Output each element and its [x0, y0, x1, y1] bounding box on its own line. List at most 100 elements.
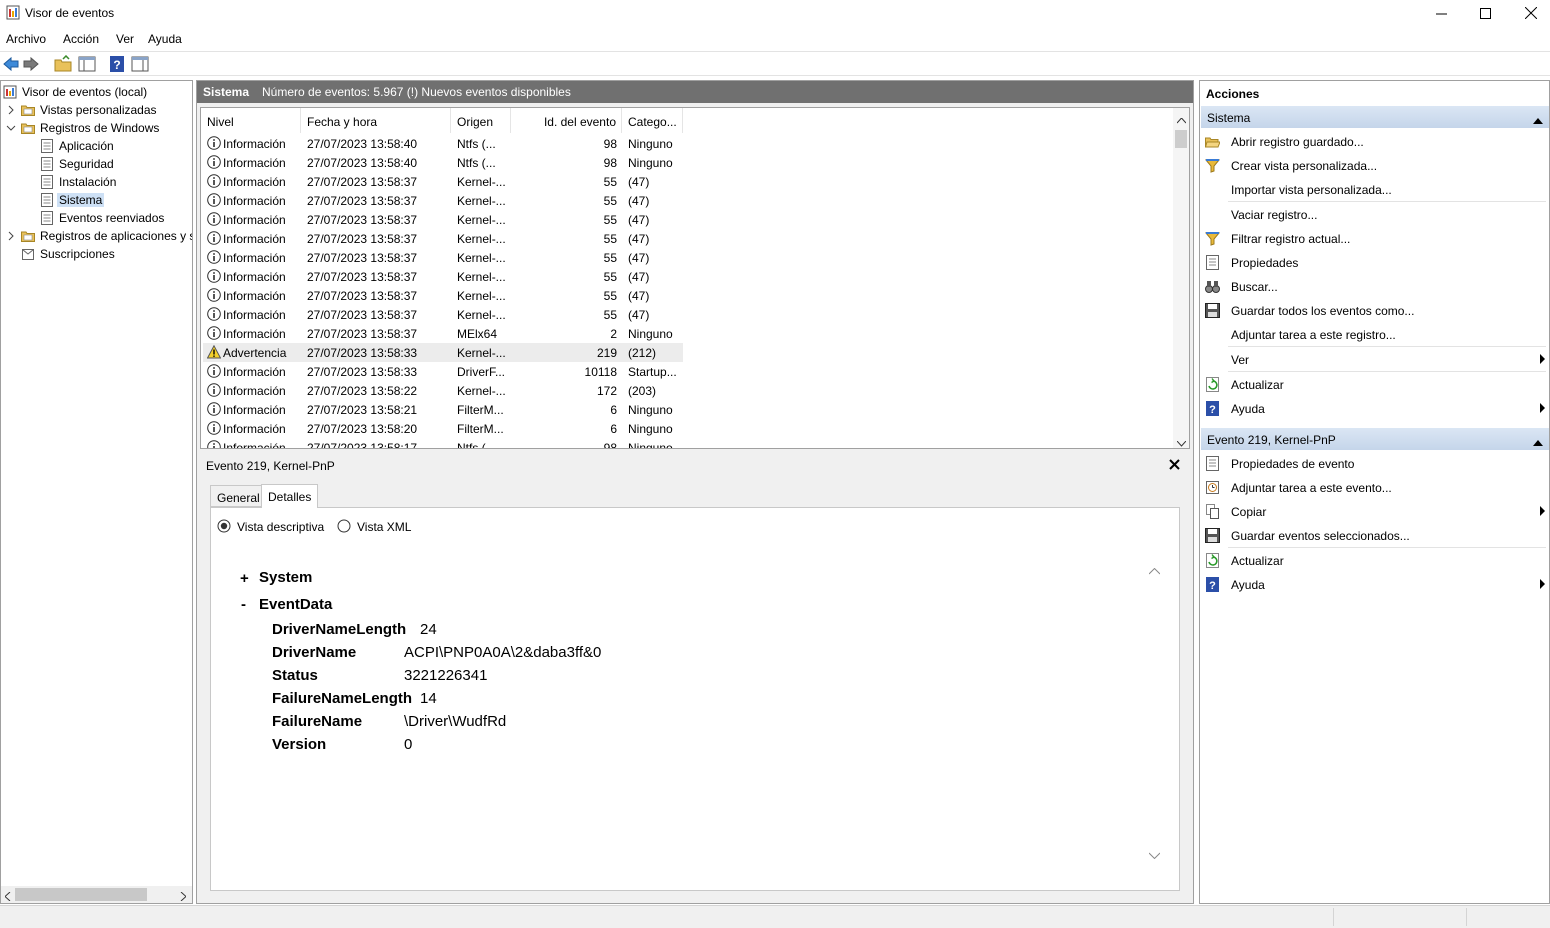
column-id-evento[interactable]: Id. del evento	[511, 108, 622, 133]
show-hide-action-pane-icon[interactable]	[131, 55, 149, 73]
action-crear-vista-personalizada[interactable]: Crear vista personalizada...	[1201, 154, 1549, 176]
close-button[interactable]	[1508, 0, 1550, 26]
scroll-thumb[interactable]	[15, 888, 147, 901]
collapse-up-icon[interactable]	[1533, 435, 1543, 449]
tree-item-seguridad[interactable]: Seguridad	[1, 155, 192, 173]
tab-general[interactable]: General	[210, 485, 267, 507]
minimize-button[interactable]	[1418, 0, 1464, 26]
action-propiedades-de-evento[interactable]: Propiedades de evento	[1201, 452, 1549, 474]
detail-title: Evento 219, Kernel-PnP	[206, 459, 335, 473]
table-row[interactable]: Información 27/07/2023 13:58:40 Ntfs (... 9…	[203, 153, 683, 172]
table-row[interactable]: Información 27/07/2023 13:58:37 Kernel-...…	[203, 267, 683, 286]
cell-source: Kernel-...	[457, 289, 506, 303]
scroll-thumb[interactable]	[1175, 130, 1187, 148]
help-icon[interactable]: ?	[108, 55, 126, 73]
table-row[interactable]: Información 27/07/2023 13:58:33 DriverF...…	[203, 362, 683, 381]
detail-scroll-down-icon[interactable]	[1148, 848, 1161, 862]
tab-detalles[interactable]: Detalles	[261, 484, 319, 508]
action-abrir-registro-guardado[interactable]: Abrir registro guardado...	[1201, 130, 1549, 152]
table-row[interactable]: Información 27/07/2023 13:58:20 FilterM...…	[203, 419, 683, 438]
tree-item-vistas-personalizadas[interactable]: Vistas personalizadas	[1, 101, 192, 119]
detail-scroll-up-icon[interactable]	[1148, 564, 1161, 578]
show-hide-console-tree-icon[interactable]	[78, 55, 96, 73]
action-guardar-todos-los-eventos-como[interactable]: Guardar todos los eventos como...	[1201, 299, 1549, 321]
tree-item-aplicaci-n[interactable]: Aplicación	[1, 137, 192, 155]
table-row[interactable]: Información 27/07/2023 13:58:40 Ntfs (... 9…	[203, 134, 683, 153]
close-detail-icon[interactable]	[1169, 459, 1180, 473]
menu-archivo[interactable]: Archivo	[6, 32, 46, 46]
menu-accion[interactable]: Acción	[63, 32, 99, 46]
action-filtrar-registro-actual[interactable]: Filtrar registro actual...	[1201, 227, 1549, 249]
table-row[interactable]: Información 27/07/2023 13:58:37 Kernel-...…	[203, 210, 683, 229]
tree-item-eventos-reenviados[interactable]: Eventos reenviados	[1, 209, 192, 227]
svg-text:?: ?	[1209, 404, 1216, 416]
radio-vista-xml[interactable]	[337, 519, 351, 536]
tree-item-suscripciones[interactable]: Suscripciones	[1, 245, 192, 263]
tree-item-registros-de-aplicaciones-y-s[interactable]: Registros de aplicaciones y s	[1, 227, 192, 245]
action-adjuntar-tarea-a-este-evento[interactable]: Adjuntar tarea a este evento...	[1201, 476, 1549, 498]
action-ver[interactable]: Ver	[1201, 348, 1549, 370]
menu-ayuda[interactable]: Ayuda	[148, 32, 182, 46]
column-fecha-hora[interactable]: Fecha y hora	[301, 108, 451, 133]
table-row[interactable]: Información 27/07/2023 13:58:17 Ntfs (... 9…	[203, 438, 683, 448]
table-row[interactable]: Información 27/07/2023 13:58:22 Kernel-...…	[203, 381, 683, 400]
action-adjuntar-tarea-a-este-registro[interactable]: Adjuntar tarea a este registro...	[1201, 323, 1549, 345]
eventdata-node[interactable]: EventData	[259, 596, 332, 613]
scroll-up-icon[interactable]	[1176, 113, 1187, 127]
tree-item-registros-de-windows[interactable]: Registros de Windows	[1, 119, 192, 137]
action-buscar[interactable]: Buscar...	[1201, 275, 1549, 297]
scroll-right-icon[interactable]	[180, 890, 187, 904]
table-row[interactable]: Información 27/07/2023 13:58:37 Kernel-...…	[203, 248, 683, 267]
column-categoria[interactable]: Catego...	[622, 108, 683, 133]
chevron-right-icon[interactable]	[6, 230, 16, 242]
radio-vista-descriptiva[interactable]	[217, 519, 231, 536]
table-row[interactable]: Información 27/07/2023 13:58:37 Kernel-...…	[203, 172, 683, 191]
action-propiedades[interactable]: Propiedades	[1201, 251, 1549, 273]
table-row[interactable]: Información 27/07/2023 13:58:37 MElx64 2 Nin…	[203, 324, 683, 343]
system-node[interactable]: System	[259, 569, 312, 586]
action-importar-vista-personalizada[interactable]: Importar vista personalizada...	[1201, 178, 1549, 200]
collapse-up-icon[interactable]	[1533, 113, 1543, 127]
tree-horizontal-scrollbar[interactable]	[1, 886, 192, 903]
cell-category: (47)	[628, 251, 650, 265]
cell-level: Información	[223, 175, 286, 189]
radio-vista-xml-label[interactable]: Vista XML	[357, 520, 411, 534]
action-actualizar[interactable]: Actualizar	[1201, 373, 1549, 395]
scroll-left-icon[interactable]	[4, 890, 11, 904]
tree-item-sistema[interactable]: Sistema	[1, 191, 192, 209]
action-ayuda[interactable]: ? Ayuda	[1201, 573, 1549, 595]
menu-ver[interactable]: Ver	[116, 32, 134, 46]
actions-section-header[interactable]: Evento 219, Kernel-PnP	[1201, 428, 1549, 450]
forward-arrow-icon[interactable]	[22, 55, 40, 73]
column-nivel[interactable]: Nivel	[201, 108, 301, 133]
actions-section-header[interactable]: Sistema	[1201, 106, 1549, 128]
table-row[interactable]: Información 27/07/2023 13:58:37 Kernel-...…	[203, 286, 683, 305]
maximize-button[interactable]	[1462, 0, 1508, 26]
table-row[interactable]: Información 27/07/2023 13:58:21 FilterM...…	[203, 400, 683, 419]
info-icon	[207, 326, 221, 340]
eventdata-toggle[interactable]: -	[241, 596, 246, 613]
tree-item-instalaci-n[interactable]: Instalación	[1, 173, 192, 191]
chevron-right-icon[interactable]	[6, 104, 16, 116]
table-row[interactable]: Advertencia 27/07/2023 13:58:33 Kernel-...…	[203, 343, 683, 362]
action-copiar[interactable]: Copiar	[1201, 500, 1549, 522]
action-ayuda[interactable]: ? Ayuda	[1201, 397, 1549, 419]
column-origen[interactable]: Origen	[451, 108, 511, 133]
table-row[interactable]: Información 27/07/2023 13:58:37 Kernel-...…	[203, 305, 683, 324]
action-vaciar-registro[interactable]: Vaciar registro...	[1201, 203, 1549, 225]
radio-vista-descriptiva-label[interactable]: Vista descriptiva	[237, 520, 324, 534]
up-folder-icon[interactable]	[54, 54, 72, 73]
table-row[interactable]: Información 27/07/2023 13:58:37 Kernel-...…	[203, 229, 683, 248]
table-row[interactable]: Información 27/07/2023 13:58:37 Kernel-...…	[203, 191, 683, 210]
save-icon	[1205, 528, 1220, 543]
chevron-down-icon[interactable]	[6, 122, 16, 134]
action-guardar-eventos-seleccionados[interactable]: Guardar eventos seleccionados...	[1201, 524, 1549, 546]
event-list-vertical-scrollbar[interactable]	[1173, 108, 1189, 448]
cell-id: 55	[603, 175, 617, 189]
action-actualizar[interactable]: Actualizar	[1201, 549, 1549, 571]
system-toggle[interactable]: +	[240, 570, 249, 587]
info-icon	[207, 193, 221, 207]
scroll-down-icon[interactable]	[1176, 436, 1187, 450]
tree-item-visor-de-eventos-local-[interactable]: Visor de eventos (local)	[1, 83, 192, 101]
back-arrow-icon[interactable]	[2, 55, 20, 73]
